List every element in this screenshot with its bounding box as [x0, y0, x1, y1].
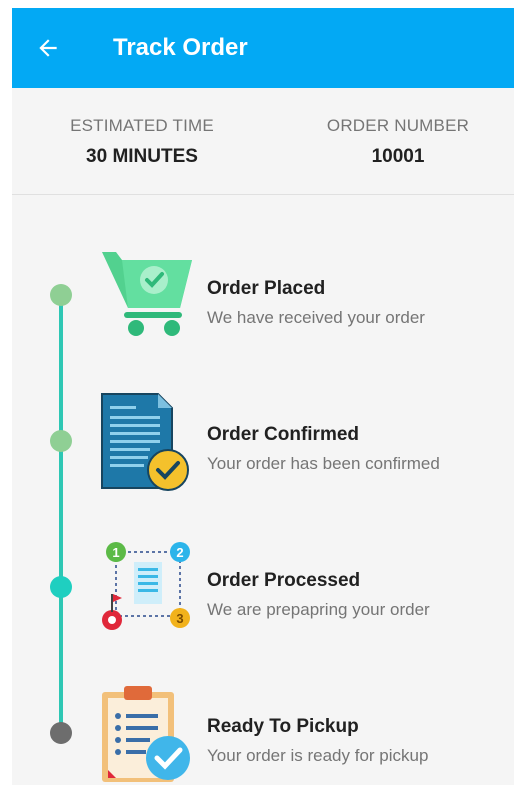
timeline-line	[59, 300, 63, 734]
step-title: Order Placed	[207, 278, 326, 299]
step-subtitle: We have received your order	[207, 308, 425, 327]
svg-text:2: 2	[176, 545, 183, 560]
timeline-dot-pickup	[50, 722, 72, 744]
timeline-dot-placed	[50, 284, 72, 306]
shopping-cart-check-icon	[102, 252, 192, 336]
step-subtitle: Your order has been confirmed	[207, 454, 440, 473]
step-order-placed: Order Placed We have received your order	[100, 246, 510, 346]
estimated-time-block: ESTIMATED TIME 30 MINUTES	[64, 116, 220, 168]
step-title: Order Confirmed	[207, 424, 360, 445]
arrow-back-icon	[39, 39, 57, 57]
estimated-time-label: ESTIMATED TIME	[70, 116, 214, 135]
order-info-panel: ESTIMATED TIME 30 MINUTES ORDER NUMBER 1…	[12, 88, 514, 195]
back-button[interactable]	[12, 8, 84, 88]
step-order-processed: 1 2 3 Order Processed We are prepapring …	[100, 538, 510, 638]
order-number-block: ORDER NUMBER 10001	[322, 116, 474, 168]
page-title: Track Order	[113, 34, 248, 61]
svg-text:3: 3	[176, 611, 183, 626]
timeline-dot-confirmed	[50, 430, 72, 452]
step-subtitle: Your order is ready for pickup	[207, 746, 429, 765]
estimated-time-value: 30 MINUTES	[86, 146, 198, 167]
step-title: Order Processed	[207, 570, 361, 591]
clipboard-check-icon	[102, 686, 190, 782]
step-ready-to-pickup: Ready To Pickup Your order is ready for …	[100, 684, 510, 784]
step-subtitle: We are prepapring your order	[207, 600, 430, 619]
process-route-icon: 1 2 3	[102, 542, 190, 630]
app-bar: Track Order	[12, 8, 514, 88]
step-order-confirmed: Order Confirmed Your order has been conf…	[100, 392, 510, 492]
document-check-icon	[101, 393, 189, 491]
order-number-label: ORDER NUMBER	[326, 116, 470, 135]
track-order-screen: Track Order ESTIMATED TIME 30 MINUTES OR…	[12, 8, 514, 785]
svg-text:1: 1	[112, 545, 119, 560]
step-title: Ready To Pickup	[207, 716, 359, 737]
order-number-value: 10001	[371, 146, 425, 167]
timeline-dot-processed	[50, 576, 72, 598]
